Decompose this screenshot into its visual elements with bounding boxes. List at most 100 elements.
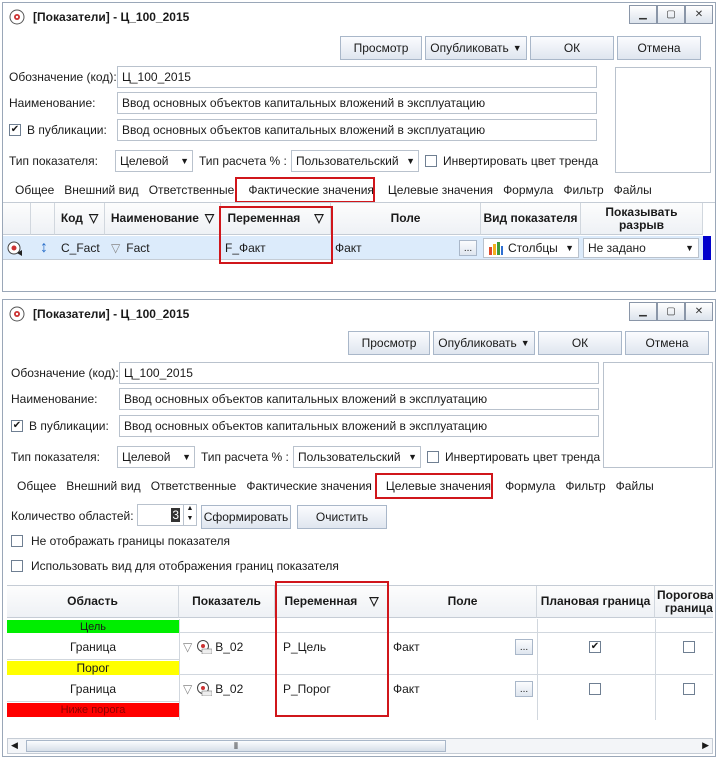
- cell-indicator[interactable]: ▽ B_02: [183, 678, 273, 700]
- tab-general[interactable]: Общее: [11, 181, 58, 199]
- stepper-down-icon[interactable]: ▼: [183, 515, 196, 525]
- build-button[interactable]: Сформировать: [201, 505, 291, 529]
- ok-button[interactable]: ОК: [530, 36, 614, 60]
- preview-button[interactable]: Просмотр: [340, 36, 422, 60]
- horizontal-scrollbar[interactable]: ◀ ⦀ ▶: [7, 738, 713, 754]
- close-icon[interactable]: ✕: [685, 5, 713, 24]
- grid-header-code[interactable]: Код ▽: [55, 203, 105, 235]
- invert-checkbox[interactable]: [427, 451, 439, 463]
- field-browse-button[interactable]: ...: [515, 681, 533, 697]
- publication-input[interactable]: Ввод основных объектов капитальных вложе…: [119, 415, 599, 437]
- code-input[interactable]: Ц_100_2015: [117, 66, 597, 88]
- area-band-below[interactable]: Ниже порога: [7, 703, 179, 717]
- invert-checkbox[interactable]: [425, 155, 437, 167]
- filter-icon[interactable]: ▽: [205, 212, 214, 225]
- name-input[interactable]: Ввод основных объектов капитальных вложе…: [117, 92, 597, 114]
- close-icon[interactable]: ✕: [685, 302, 713, 321]
- grid-header-indicator[interactable]: Показатель: [179, 586, 275, 618]
- calc-row: Тип расчета % :: [201, 450, 289, 464]
- field-browse-button[interactable]: ...: [459, 240, 477, 256]
- maximize-icon[interactable]: ▢: [657, 302, 685, 321]
- tab-formula[interactable]: Формула: [501, 477, 559, 495]
- tab-filter[interactable]: Фильтр: [561, 477, 609, 495]
- preview-button[interactable]: Просмотр: [348, 331, 430, 355]
- name-row: Наименование:: [9, 96, 96, 110]
- clear-button[interactable]: Очистить: [297, 505, 387, 529]
- plan-checkbox-1[interactable]: ✔: [589, 641, 601, 653]
- ok-button[interactable]: ОК: [538, 331, 622, 355]
- filter-icon[interactable]: ▽: [89, 212, 98, 225]
- grid-header-variable[interactable]: Переменная ▽: [221, 203, 331, 235]
- tab-files[interactable]: Файлы: [610, 181, 656, 199]
- tab-filter[interactable]: Фильтр: [559, 181, 607, 199]
- tab-actual-values[interactable]: Фактические значения: [244, 181, 378, 199]
- area-band-threshold[interactable]: Порог: [7, 661, 179, 675]
- tab-responsible[interactable]: Ответственные: [147, 477, 241, 495]
- area-border-2[interactable]: Граница: [7, 676, 179, 702]
- grid-header-area[interactable]: Область: [7, 586, 179, 618]
- cell-field[interactable]: Факт: [335, 238, 455, 258]
- scroll-indicator[interactable]: [703, 236, 711, 260]
- code-input[interactable]: Ц_100_2015: [119, 362, 599, 384]
- grid-header-field[interactable]: Поле: [331, 203, 481, 235]
- cell-indicator[interactable]: ▽ B_02: [183, 636, 273, 658]
- no-borders-checkbox[interactable]: [11, 535, 23, 547]
- cancel-button[interactable]: Отмена: [617, 36, 701, 60]
- area-band-target[interactable]: Цель: [7, 620, 179, 633]
- cell-view-select[interactable]: Столбцы ▼: [483, 238, 579, 258]
- tab-target-values[interactable]: Целевые значения: [382, 477, 495, 495]
- publication-checkbox[interactable]: ✔: [11, 420, 23, 432]
- cell-code[interactable]: C_Fact: [61, 238, 105, 258]
- area-count-stepper[interactable]: 3 ▲ ▼: [137, 504, 197, 526]
- tab-responsible[interactable]: Ответственные: [145, 181, 239, 199]
- cell-variable[interactable]: P_Порог: [283, 678, 387, 700]
- tab-actual-values[interactable]: Фактические значения: [242, 477, 376, 495]
- tab-general[interactable]: Общее: [13, 477, 60, 495]
- name-input[interactable]: Ввод основных объектов капитальных вложе…: [119, 388, 599, 410]
- type-select[interactable]: Целевой ▼: [117, 446, 195, 468]
- cell-field[interactable]: Факт: [393, 678, 511, 700]
- threshold-checkbox-1[interactable]: [683, 641, 695, 653]
- minimize-icon[interactable]: ▁: [629, 302, 657, 321]
- publish-button[interactable]: Опубликовать ▼: [433, 331, 535, 355]
- stepper-up-icon[interactable]: ▲: [183, 505, 196, 515]
- cell-variable[interactable]: F_Факт: [225, 238, 329, 258]
- type-select[interactable]: Целевой ▼: [115, 150, 193, 172]
- area-border-1[interactable]: Граница: [7, 634, 179, 660]
- cancel-button[interactable]: Отмена: [625, 331, 709, 355]
- grid-header-name[interactable]: Наименование ▽: [105, 203, 221, 235]
- scroll-thumb[interactable]: ⦀: [26, 740, 446, 752]
- tab-appearance[interactable]: Внешний вид: [60, 181, 142, 199]
- tab-appearance[interactable]: Внешний вид: [62, 477, 144, 495]
- filter-icon[interactable]: ▽: [369, 595, 378, 608]
- grid-header-gap[interactable]: Показывать разрыв: [581, 203, 703, 235]
- grid-header-view[interactable]: Вид показателя: [481, 203, 581, 235]
- grid-header-threshold[interactable]: Пороговая граница: [655, 586, 713, 618]
- publish-button[interactable]: Опубликовать ▼: [425, 36, 527, 60]
- cell-gap-select[interactable]: Не задано ▼: [583, 238, 699, 258]
- threshold-checkbox-2[interactable]: [683, 683, 695, 695]
- tab-formula[interactable]: Формула: [499, 181, 557, 199]
- publication-checkbox[interactable]: ✔: [9, 124, 21, 136]
- tab-files[interactable]: Файлы: [612, 477, 658, 495]
- scroll-left-icon[interactable]: ◀: [11, 740, 18, 751]
- sort-arrows-icon[interactable]: ↕: [35, 238, 53, 258]
- minimize-icon[interactable]: ▁: [629, 5, 657, 24]
- maximize-icon[interactable]: ▢: [657, 5, 685, 24]
- calc-select[interactable]: Пользовательский ▼: [293, 446, 421, 468]
- code-row: Обозначение (код):: [9, 70, 117, 84]
- grid-header-plan[interactable]: Плановая граница: [537, 586, 655, 618]
- publication-input[interactable]: Ввод основных объектов капитальных вложе…: [117, 119, 597, 141]
- use-view-checkbox[interactable]: [11, 560, 23, 572]
- calc-select[interactable]: Пользовательский ▼: [291, 150, 419, 172]
- grid-header-variable[interactable]: Переменная ▽: [275, 586, 389, 618]
- plan-checkbox-2[interactable]: [589, 683, 601, 695]
- tab-target-values[interactable]: Целевые значения: [384, 181, 497, 199]
- filter-icon[interactable]: ▽: [314, 212, 323, 225]
- cell-field[interactable]: Факт: [393, 636, 511, 658]
- field-browse-button[interactable]: ...: [515, 639, 533, 655]
- scroll-right-icon[interactable]: ▶: [702, 740, 709, 751]
- grid-header-field[interactable]: Поле: [389, 586, 537, 618]
- cell-name[interactable]: ▽ Fact: [111, 238, 221, 258]
- cell-variable[interactable]: P_Цель: [283, 636, 387, 658]
